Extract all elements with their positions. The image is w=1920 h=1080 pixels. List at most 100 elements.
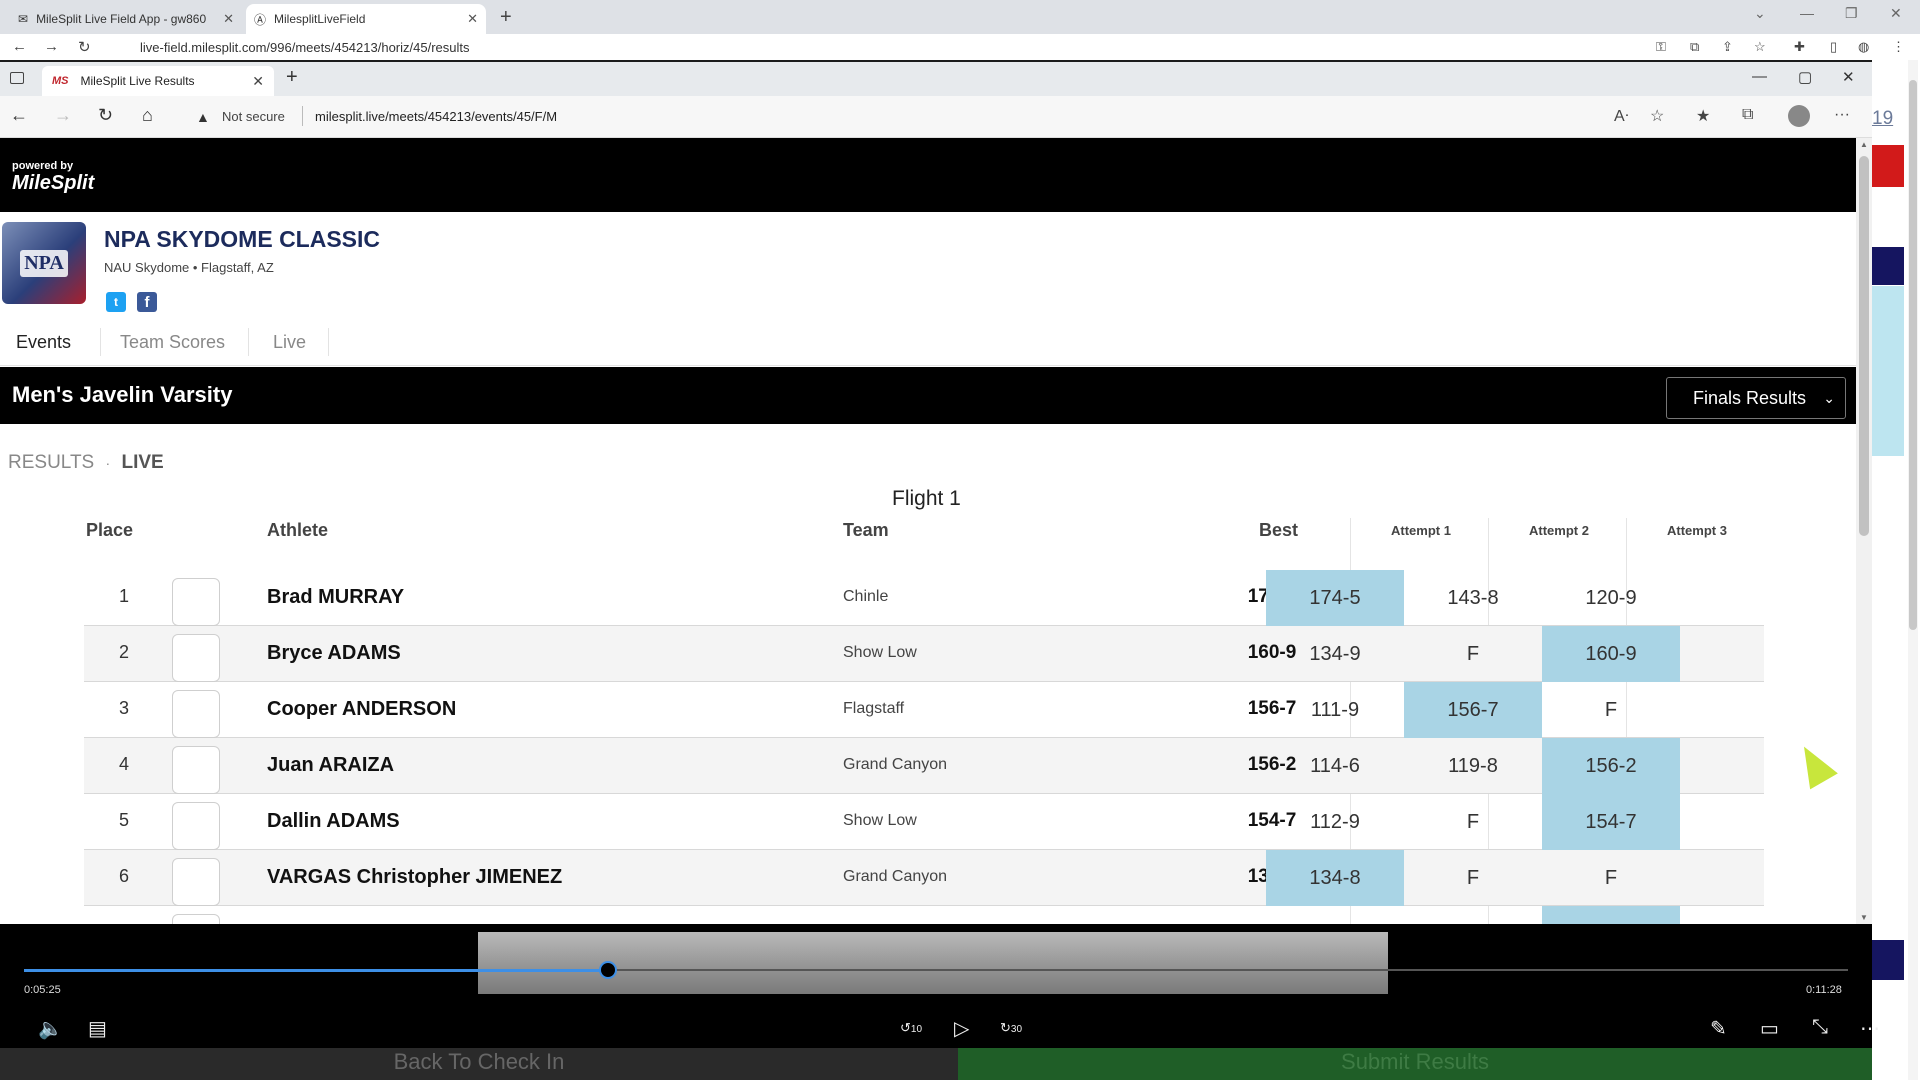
favorites-icon[interactable]: ★ — [1696, 106, 1710, 126]
back-arrow-icon[interactable]: ← — [12, 38, 27, 55]
inner-url[interactable]: milesplit.live/meets/454213/events/45/F/… — [315, 109, 557, 124]
profile-icon[interactable]: ◍ — [1858, 39, 1869, 55]
athlete-name[interactable]: Dallin ADAMS — [267, 810, 400, 833]
close-window-icon[interactable]: ✕ — [1842, 68, 1855, 86]
results-page: powered by MileSplit NPA NPA SKYDOME CLA… — [0, 138, 1856, 924]
menu-icon[interactable]: ⋮ — [1892, 39, 1905, 55]
screen: ✉ MileSplit Live Field App - gw860 ✕ Ⓐ M… — [0, 0, 1920, 1080]
outer-tab-field-app[interactable]: ✉ MileSplit Live Field App - gw860 ✕ — [10, 4, 242, 34]
tab-events[interactable]: Events — [16, 332, 71, 353]
table-row[interactable]: 5 Dallin ADAMS Show Low 154-7 112-9 F 154-7 — [84, 794, 1764, 850]
collections-icon[interactable]: ⧉ — [1742, 106, 1753, 124]
seek-handle[interactable] — [598, 961, 617, 979]
inner-tab-title: MileSplit Live Results — [80, 74, 195, 88]
attempt-1-mark: 114-6 — [1310, 755, 1360, 777]
close-icon[interactable]: ✕ — [252, 73, 264, 90]
reload-icon[interactable]: ↻ — [98, 105, 113, 126]
outer-url[interactable]: live-field.milesplit.com/996/meets/45421… — [140, 40, 470, 55]
volume-icon[interactable]: 🔈 — [38, 1016, 63, 1041]
reload-icon[interactable]: ↻ — [78, 38, 91, 56]
minimize-icon[interactable]: — — [1752, 68, 1767, 85]
inner-tab-live-results[interactable]: MS MileSplit Live Results ✕ — [42, 66, 274, 96]
outer-scroll-thumb[interactable] — [1909, 80, 1917, 630]
chevron-down-icon[interactable]: ⌄ — [1754, 5, 1766, 22]
exit-fullscreen-icon[interactable]: ⤡ — [1812, 1016, 1828, 1039]
forward-arrow-icon[interactable]: → — [44, 38, 59, 55]
column-attempt-3: Attempt 3 — [1667, 523, 1727, 538]
more-options-icon[interactable]: ⋯ — [1860, 1016, 1880, 1041]
table-row[interactable]: 2 Bryce ADAMS Show Low 160-9 134-9 F 160-9 — [84, 626, 1764, 682]
tab-actions-icon[interactable] — [10, 72, 24, 84]
athlete-name[interactable]: Bryce ADAMS — [267, 642, 401, 665]
tab-divider — [248, 328, 249, 356]
facebook-icon[interactable]: f — [137, 292, 157, 312]
security-label[interactable]: Not secure — [222, 109, 285, 124]
close-icon[interactable]: ✕ — [223, 11, 234, 27]
share-icon[interactable]: ⇪ — [1722, 39, 1733, 55]
athlete-name[interactable]: Juan ARAIZA — [267, 754, 394, 777]
site-header: powered by MileSplit — [0, 138, 1856, 212]
inner-scrollbar[interactable]: ▲ ▼ — [1856, 138, 1872, 924]
forward-arrow-icon[interactable]: → — [54, 105, 72, 126]
read-aloud-icon[interactable]: Aᐧ — [1614, 106, 1629, 126]
add-favorite-icon[interactable]: ☆ — [1650, 106, 1664, 126]
tab-divider — [328, 328, 329, 356]
play-icon[interactable]: ▷ — [954, 1016, 969, 1041]
results-breadcrumb: RESULTS · LIVE — [8, 452, 164, 474]
meet-nav-tabs: Events Team Scores Live — [0, 318, 1856, 366]
tab-team-scores[interactable]: Team Scores — [120, 332, 225, 353]
table-row[interactable]: 4 Juan ARAIZA Grand Canyon 156-2 114-6 119-8 1… — [84, 738, 1764, 794]
outer-tab-live-field[interactable]: Ⓐ MilesplitLiveField ✕ — [246, 4, 486, 34]
sidebar-icon[interactable]: ▯ — [1830, 39, 1837, 55]
attempt-1-mark: 174-5 — [1266, 570, 1404, 626]
inner-scroll-thumb[interactable] — [1859, 156, 1869, 536]
table-row[interactable]: 1Brad MURRAYChinle174-5174-5143-8120-9 — [84, 570, 1764, 626]
key-icon[interactable]: ⚿ — [1656, 39, 1666, 55]
athlete-avatar — [172, 746, 220, 794]
back-to-check-in-button[interactable]: Back To Check In — [0, 1048, 958, 1080]
skip-back-icon[interactable]: ↺10 — [900, 1020, 922, 1036]
results-type-value: Finals Results — [1693, 388, 1807, 408]
scroll-down-icon[interactable]: ▼ — [1860, 913, 1868, 922]
submit-results-button[interactable]: Submit Results — [958, 1048, 1872, 1080]
star-icon[interactable]: ☆ — [1754, 39, 1766, 55]
restore-icon[interactable]: ❐ — [1845, 5, 1858, 22]
skip-forward-icon[interactable]: ↻30 — [1000, 1020, 1022, 1036]
total-time: 0:11:28 — [1806, 984, 1842, 996]
inner-address-bar: ← → ↻ ⌂ ▲ Not secure milesplit.live/meet… — [0, 96, 1872, 138]
close-icon[interactable]: ✕ — [467, 11, 478, 27]
outer-page-number[interactable]: 19 — [1872, 108, 1893, 130]
extensions-icon[interactable]: ✚ — [1794, 39, 1805, 55]
maximize-icon[interactable]: ▢ — [1798, 68, 1812, 86]
results-link[interactable]: RESULTS — [8, 452, 94, 473]
place-value: 5 — [118, 810, 129, 830]
pencil-icon[interactable]: ✎ — [1710, 1016, 1727, 1041]
table-row[interactable]: 3 Cooper ANDERSON Flagstaff 156-7 111-9 156-7… — [84, 682, 1764, 738]
athlete-avatar — [172, 634, 220, 682]
more-icon[interactable]: ··· — [1834, 106, 1850, 124]
athlete-name[interactable]: Brad MURRAY — [267, 586, 404, 609]
new-tab-icon[interactable]: + — [500, 6, 512, 29]
tab-live[interactable]: Live — [273, 332, 306, 353]
captions-icon[interactable]: ▤ — [88, 1016, 107, 1041]
milesplit-logo[interactable]: MileSplit — [12, 172, 94, 195]
event-header: Men's Javelin Varsity Finals Results ⌄ — [0, 367, 1856, 424]
home-icon[interactable]: ⌂ — [142, 105, 153, 126]
profile-icon[interactable] — [1788, 105, 1810, 127]
attempt-3-mark: 160-9 — [1542, 626, 1680, 682]
external-icon[interactable]: ⧉ — [1690, 39, 1699, 55]
table-row[interactable]: 8Robert GAYLee Williams132-5123-7113-513… — [84, 906, 1764, 924]
live-link[interactable]: LIVE — [121, 452, 163, 473]
table-row[interactable]: 6 VARGAS Christopher JIMENEZ Grand Canyon 1… — [84, 850, 1764, 906]
scroll-up-icon[interactable]: ▲ — [1860, 140, 1868, 149]
twitter-icon[interactable]: t — [106, 292, 126, 312]
back-arrow-icon[interactable]: ← — [10, 105, 28, 126]
close-window-icon[interactable]: ✕ — [1890, 5, 1902, 22]
minimize-icon[interactable]: — — [1800, 5, 1814, 21]
new-tab-icon[interactable]: + — [286, 66, 298, 89]
meet-title[interactable]: NPA SKYDOME CLASSIC — [104, 226, 380, 253]
athlete-name[interactable]: VARGAS Christopher JIMENEZ — [267, 866, 562, 889]
results-type-select[interactable]: Finals Results ⌄ — [1666, 377, 1846, 419]
athlete-name[interactable]: Cooper ANDERSON — [267, 698, 456, 721]
picture-in-picture-icon[interactable]: ▭ — [1760, 1016, 1779, 1041]
